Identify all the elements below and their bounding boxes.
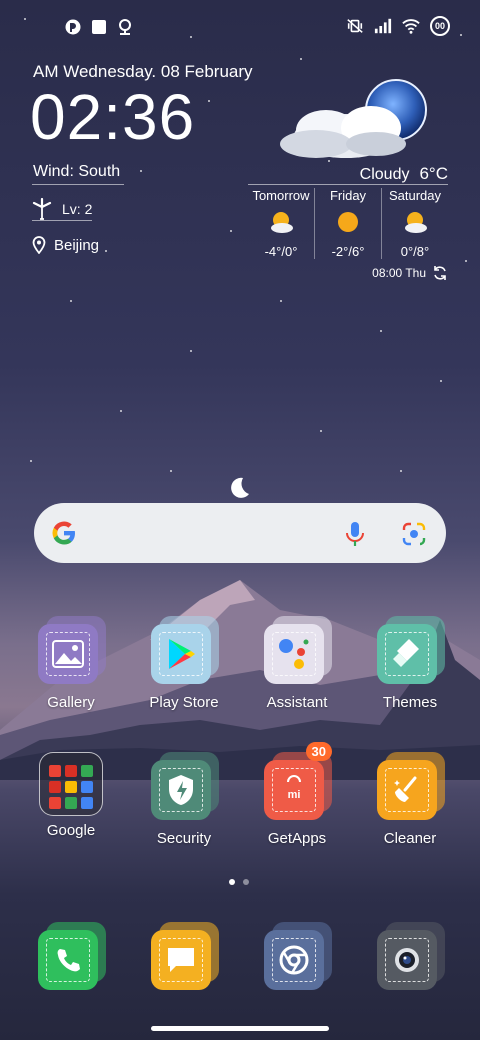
- google-logo-icon: [52, 521, 75, 545]
- forecast-range: -2°/6°: [331, 244, 365, 259]
- app-label: Security: [156, 830, 212, 847]
- page-dot[interactable]: [243, 879, 249, 885]
- security-icon: [151, 752, 219, 822]
- sun-cloud-icon: [405, 212, 427, 233]
- app-assistant[interactable]: Assistant: [242, 616, 352, 711]
- camera-icon: [377, 922, 445, 992]
- cleaner-icon: [377, 752, 445, 822]
- clock-time[interactable]: 02:36: [30, 82, 195, 152]
- app-label: Assistant: [266, 694, 328, 711]
- forecast-day: Tomorrow -4°/0°: [248, 188, 314, 259]
- location-icon: [32, 236, 46, 254]
- app-label: GetApps: [267, 830, 327, 847]
- app-gallery[interactable]: Gallery: [16, 616, 126, 711]
- page-dot-active[interactable]: [229, 879, 235, 885]
- app-themes[interactable]: Themes: [355, 616, 465, 711]
- wifi-icon: [402, 19, 420, 34]
- location-pin-icon: [119, 19, 131, 35]
- crescent-moon-icon: [231, 477, 249, 498]
- battery-indicator: 00: [430, 16, 450, 36]
- moon-cloud-icon: [280, 79, 427, 158]
- signal-icon: [374, 18, 392, 34]
- forecast-row: Tomorrow -4°/0° Friday -2°/6° Saturday 0…: [248, 188, 448, 259]
- wind-turbine-icon: [32, 198, 52, 220]
- app-label: Google: [46, 822, 96, 839]
- folder-google[interactable]: Google: [16, 752, 126, 839]
- assistant-icon: [264, 616, 332, 686]
- dock-chrome[interactable]: [242, 922, 352, 992]
- play-store-icon: [151, 616, 219, 686]
- themes-icon: [377, 616, 445, 686]
- app-label: Gallery: [47, 694, 95, 711]
- city-text: Beijing: [54, 236, 100, 254]
- gallery-icon: [38, 616, 106, 686]
- app-label: Cleaner: [383, 830, 437, 847]
- forecast-day-name: Friday: [329, 188, 367, 203]
- page-indicator[interactable]: [229, 879, 249, 885]
- google-search-bar[interactable]: [34, 503, 446, 563]
- app-label: Themes: [382, 694, 438, 711]
- weather-updated[interactable]: 08:00 Thu: [372, 265, 448, 281]
- refresh-icon[interactable]: [432, 265, 448, 281]
- current-condition: Cloudy 6°C: [360, 164, 448, 184]
- forecast-day-name: Saturday: [388, 188, 442, 203]
- current-temperature: 6°C: [419, 164, 448, 183]
- google-folder-icon: [39, 752, 103, 816]
- phone-icon: [38, 922, 106, 992]
- app-label: Play Store: [149, 694, 219, 711]
- wind-level-text: Lv: 2: [62, 201, 93, 217]
- dock-phone[interactable]: [16, 922, 126, 992]
- divider: [248, 184, 448, 185]
- vibrate-off-icon: [347, 19, 363, 33]
- notification-app-icon: [65, 19, 81, 35]
- sun-cloud-icon: [271, 212, 293, 233]
- chrome-icon: [264, 922, 332, 992]
- divider: [32, 220, 92, 221]
- microphone-icon[interactable]: [344, 521, 366, 547]
- date-text: AM Wednesday. 08 February: [33, 62, 253, 81]
- updated-time-text: 08:00 Thu: [372, 266, 426, 280]
- divider: [32, 184, 124, 185]
- app-cleaner[interactable]: Cleaner: [355, 752, 465, 847]
- app-getapps[interactable]: mi 30 GetApps: [242, 742, 352, 847]
- app-play-store[interactable]: Play Store: [129, 616, 239, 711]
- gesture-nav-bar[interactable]: [151, 1026, 329, 1031]
- forecast-range: 0°/8°: [400, 244, 430, 259]
- condition-text: Cloudy: [359, 166, 410, 183]
- app-security[interactable]: Security: [129, 752, 239, 847]
- forecast-day: Friday -2°/6°: [314, 188, 381, 259]
- forecast-range: -4°/0°: [264, 244, 298, 259]
- getapps-icon: mi 30: [264, 742, 332, 822]
- notification-badge: 30: [305, 742, 332, 761]
- wind-text: Wind: South: [33, 163, 121, 180]
- square-notification-icon: [92, 20, 106, 34]
- sun-icon: [338, 212, 358, 232]
- dock-messages[interactable]: [129, 922, 239, 992]
- status-bar: 00: [0, 0, 480, 56]
- city-label: Beijing: [32, 236, 99, 254]
- forecast-day-name: Tomorrow: [252, 188, 310, 203]
- messages-icon: [151, 922, 219, 992]
- forecast-day: Saturday 0°/8°: [381, 188, 448, 259]
- lens-camera-icon[interactable]: [402, 522, 426, 546]
- wind-level: Lv: 2: [32, 198, 92, 220]
- dock-camera[interactable]: [355, 922, 465, 992]
